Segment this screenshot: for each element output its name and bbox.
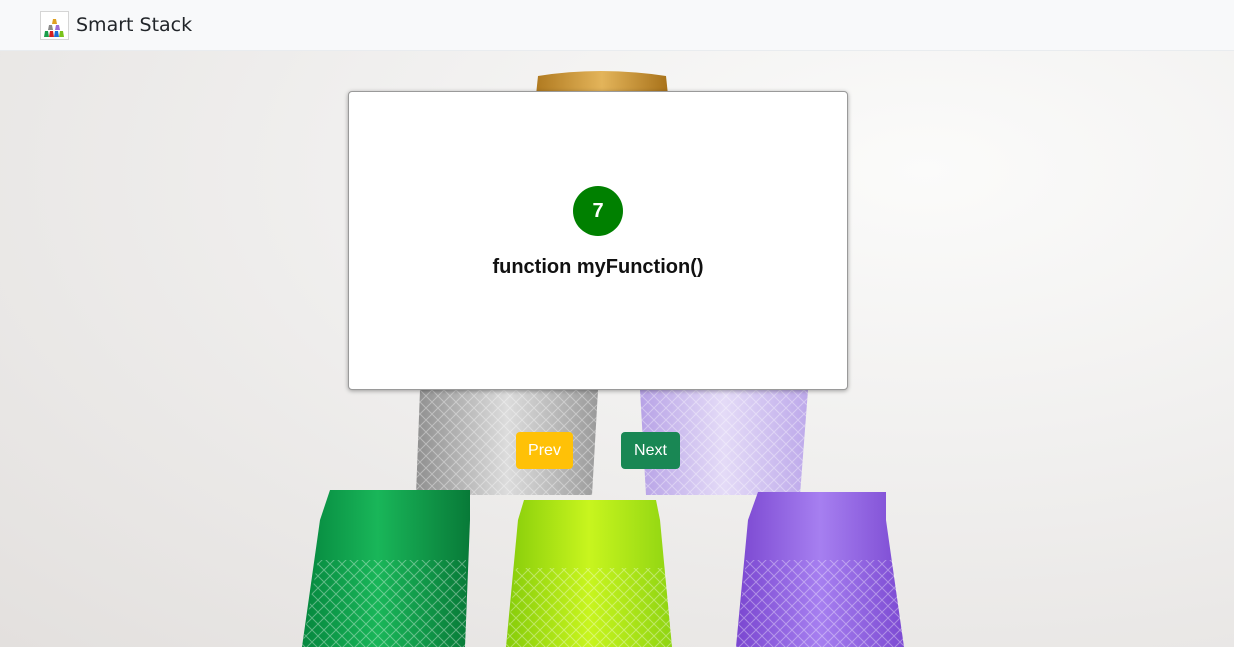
- prev-button[interactable]: Prev: [516, 432, 573, 469]
- brand-name: Smart Stack: [76, 14, 193, 36]
- navbar: Smart Stack: [0, 0, 1234, 51]
- card-text: function myFunction(): [492, 256, 704, 278]
- stacked-cups-logo-icon: [40, 10, 69, 40]
- step-number-badge: 7: [573, 186, 623, 236]
- brand-link[interactable]: Smart Stack: [40, 10, 193, 40]
- flash-card: 7 function myFunction(): [348, 91, 848, 390]
- next-button[interactable]: Next: [621, 432, 680, 469]
